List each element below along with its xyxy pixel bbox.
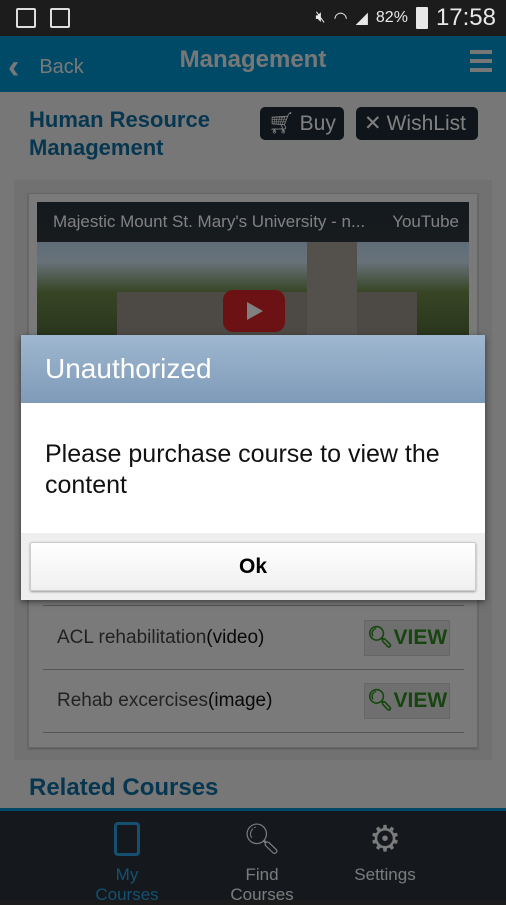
gear-icon: ⚙	[368, 818, 402, 859]
page-title: Management	[179, 46, 327, 73]
wifi-icon: ◠	[333, 10, 348, 27]
bottom-nav: My Courses 🔍︎ Find Courses ⚙ Settings	[0, 808, 506, 904]
list-item: ACL rehabilitation(video) 🔍︎ VIEW	[43, 605, 464, 669]
gallery-icon	[50, 8, 70, 28]
battery-icon	[415, 7, 428, 29]
video-title: Majestic Mount St. Mary's University - n…	[53, 212, 366, 231]
document-icon	[82, 821, 172, 857]
dialog-message: Please purchase course to view the conte…	[21, 403, 485, 533]
list-item: Rehab excercises(image) 🔍︎ VIEW	[43, 669, 464, 733]
battery-percent: 82%	[375, 9, 408, 26]
search-icon: 🔍︎	[366, 625, 394, 649]
buy-button[interactable]: 🛒︎ Buy	[260, 107, 344, 140]
menu-icon[interactable]	[470, 50, 492, 77]
wishlist-button[interactable]: ✕ WishList	[356, 107, 478, 140]
unauthorized-dialog: Unauthorized Please purchase course to v…	[21, 335, 485, 600]
status-bar: 🔇︎ ◠ ◢ 82% 17:58	[0, 0, 506, 36]
sim-card-icon	[16, 8, 36, 28]
app-header: ‹ Back Management	[0, 36, 506, 92]
video-source: YouTube	[392, 212, 459, 231]
tab-find-courses[interactable]: 🔍︎ Find Courses	[212, 821, 312, 905]
view-button[interactable]: 🔍︎ VIEW	[364, 619, 450, 656]
clock: 17:58	[435, 4, 496, 31]
tab-settings[interactable]: ⚙ Settings	[354, 818, 416, 885]
search-icon: 🔍︎	[242, 822, 282, 856]
video-player[interactable]: Majestic Mount St. Mary's University - n…	[37, 202, 469, 352]
mute-icon: 🔇︎	[315, 9, 326, 26]
ok-button[interactable]: Ok	[30, 542, 476, 591]
related-courses-heading: Related Courses	[29, 774, 219, 801]
cart-icon: 🛒︎	[268, 111, 295, 135]
course-title: Human Resource Management	[29, 107, 210, 160]
tab-my-courses[interactable]: My Courses	[82, 821, 172, 905]
signal-icon: ◢	[355, 10, 368, 27]
view-button[interactable]: 🔍︎ VIEW	[364, 683, 450, 719]
play-icon[interactable]	[223, 290, 285, 332]
dialog-title: Unauthorized	[21, 335, 485, 403]
close-icon: ✕	[364, 112, 382, 135]
search-icon: 🔍︎	[366, 689, 394, 712]
